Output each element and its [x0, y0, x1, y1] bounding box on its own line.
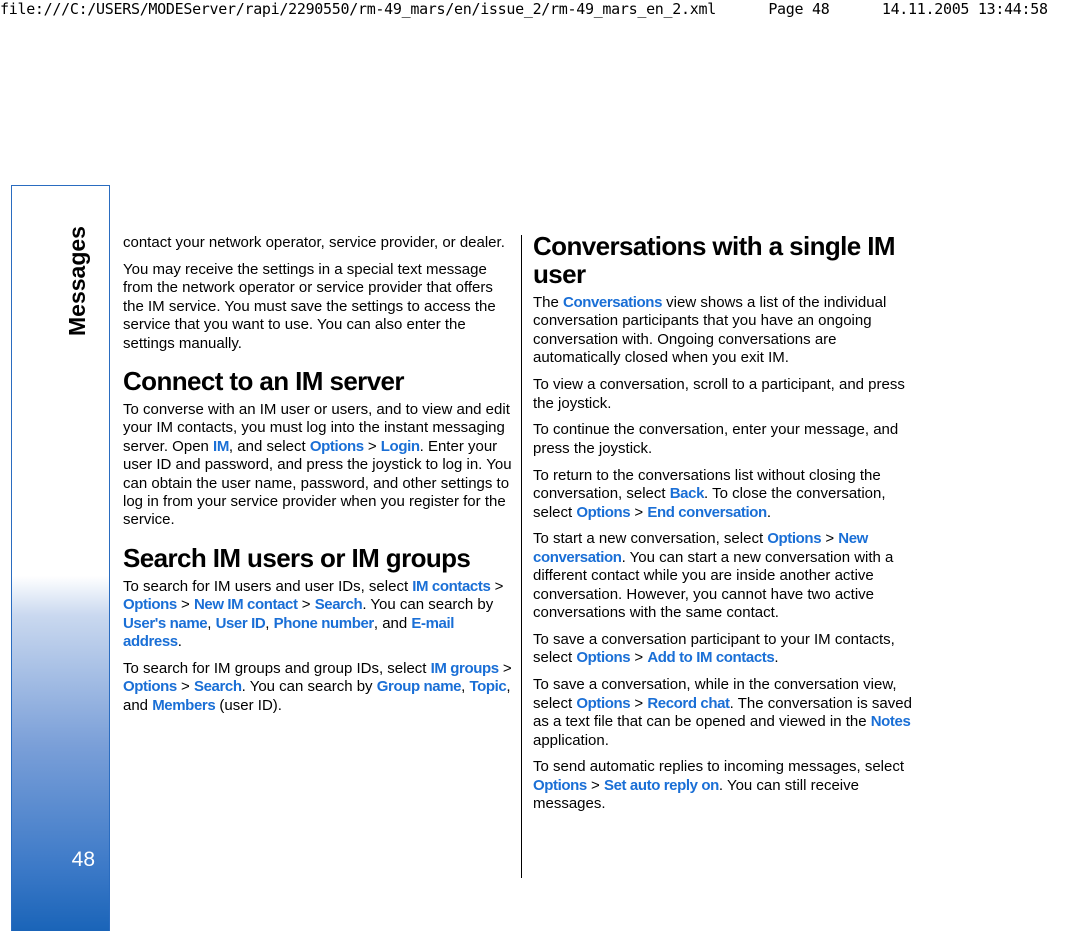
menu-path-link[interactable]: Notes: [871, 713, 911, 730]
menu-path-link[interactable]: Topic: [469, 678, 506, 695]
text: application.: [533, 731, 609, 749]
menu-path-link[interactable]: Search: [315, 596, 363, 613]
menu-path-link[interactable]: Options: [576, 504, 630, 521]
text: .: [766, 503, 771, 521]
text: To search for IM users and user IDs, sel…: [123, 577, 413, 595]
text: , and: [373, 614, 412, 632]
text: >: [586, 776, 604, 794]
paragraph: To save a conversation participant to yo…: [533, 631, 925, 668]
menu-path-link[interactable]: Phone number: [274, 615, 375, 632]
text: The: [533, 294, 564, 311]
column-divider: [521, 235, 522, 878]
text: >: [176, 596, 194, 614]
text: >: [821, 530, 839, 548]
menu-path-link[interactable]: Options: [576, 649, 630, 666]
text: . You can search by: [362, 596, 494, 614]
text: (user ID).: [215, 696, 282, 714]
menu-path-link[interactable]: Record chat: [647, 695, 730, 712]
file-path: file:///C:/USERS/MODEServer/rapi/2290550…: [0, 0, 716, 18]
text: . You can search by: [241, 678, 377, 696]
page-number: 48: [71, 848, 95, 871]
text: Connect to an IM server: [123, 365, 405, 396]
text: >: [498, 659, 512, 677]
paragraph: To continue the conversation, enter your…: [533, 421, 925, 458]
page-label: Page 48: [768, 0, 830, 18]
text: To search for IM groups and group IDs, s…: [123, 659, 431, 677]
section-heading: Conversations with a single IM user: [533, 232, 925, 288]
menu-path-link[interactable]: Members: [152, 697, 215, 714]
text: To view a conversation, scroll to a part…: [533, 376, 905, 412]
text: >: [630, 503, 648, 521]
text: >: [297, 596, 315, 614]
paragraph: You may receive the settings in a specia…: [123, 261, 515, 353]
paragraph: The Conversations view shows a list of t…: [533, 294, 925, 368]
paragraph: To converse with an IM user or users, an…: [123, 401, 515, 530]
paragraph: contact your network operator, service p…: [123, 234, 515, 252]
paragraph: To save a conversation, while in the con…: [533, 676, 925, 750]
menu-path-link[interactable]: User's name: [123, 615, 208, 632]
print-timestamp: 14.11.2005 13:44:58: [881, 0, 1048, 18]
text: >: [630, 649, 648, 667]
paragraph: To return to the conversations list with…: [533, 467, 925, 522]
text: To send automatic replies to incoming me…: [533, 758, 905, 776]
section-heading: Connect to an IM server: [123, 367, 515, 395]
menu-path-link[interactable]: Add to IM contacts: [647, 649, 774, 666]
text: To start a new conversation, select: [533, 530, 768, 548]
paragraph: To start a new conversation, select Opti…: [533, 530, 925, 622]
paragraph: To view a conversation, scroll to a part…: [533, 376, 925, 413]
menu-path-link[interactable]: IM contacts: [412, 578, 491, 595]
text: ,: [207, 614, 216, 632]
menu-path-link[interactable]: Search: [194, 678, 242, 695]
paragraph: To search for IM groups and group IDs, s…: [123, 660, 515, 715]
right-column: Conversations with a single IM user The C…: [533, 222, 925, 822]
menu-path-link[interactable]: IM groups: [431, 660, 499, 677]
menu-path-link[interactable]: Options: [533, 777, 587, 794]
text: >: [363, 437, 381, 455]
menu-path-link[interactable]: End conversation: [647, 504, 767, 521]
menu-path-link[interactable]: User ID: [216, 615, 266, 632]
text: Conversations with a single IM user: [533, 231, 896, 289]
print-header: file:///C:/USERS/MODEServer/rapi/2290550…: [0, 0, 1048, 18]
text: >: [630, 694, 648, 712]
menu-path-link[interactable]: Options: [576, 695, 630, 712]
text: .: [774, 649, 779, 667]
menu-path-link[interactable]: Login: [381, 438, 420, 455]
menu-path-link[interactable]: Conversations: [563, 294, 662, 311]
menu-path-link[interactable]: IM: [213, 438, 229, 455]
menu-path-link[interactable]: Options: [123, 678, 177, 695]
menu-path-link[interactable]: Options: [310, 438, 364, 455]
text: .: [177, 633, 182, 650]
text: You may receive the settings in a specia…: [123, 260, 496, 352]
section-tab: Messages 48: [11, 185, 110, 931]
menu-path-link[interactable]: Options: [123, 596, 177, 613]
menu-path-link[interactable]: New IM contact: [194, 596, 298, 613]
text: >: [176, 678, 194, 696]
menu-path-link[interactable]: Back: [670, 485, 705, 502]
text: >: [490, 577, 504, 595]
menu-path-link[interactable]: Group name: [377, 678, 462, 695]
text: ,: [265, 614, 274, 632]
left-column: contact your network operator, service p…: [123, 234, 515, 724]
text: Search IM users or IM groups: [123, 542, 471, 573]
text: contact your network operator, service p…: [123, 234, 505, 251]
section-heading: Search IM users or IM groups: [123, 544, 515, 572]
paragraph: To send automatic replies to incoming me…: [533, 758, 925, 813]
section-title: Messages: [64, 226, 90, 336]
menu-path-link[interactable]: Options: [767, 530, 821, 547]
text: , and select: [228, 437, 310, 455]
text: To continue the conversation, enter your…: [533, 421, 899, 457]
paragraph: To search for IM users and user IDs, sel…: [123, 578, 515, 652]
menu-path-link[interactable]: Set auto reply on: [604, 777, 719, 794]
